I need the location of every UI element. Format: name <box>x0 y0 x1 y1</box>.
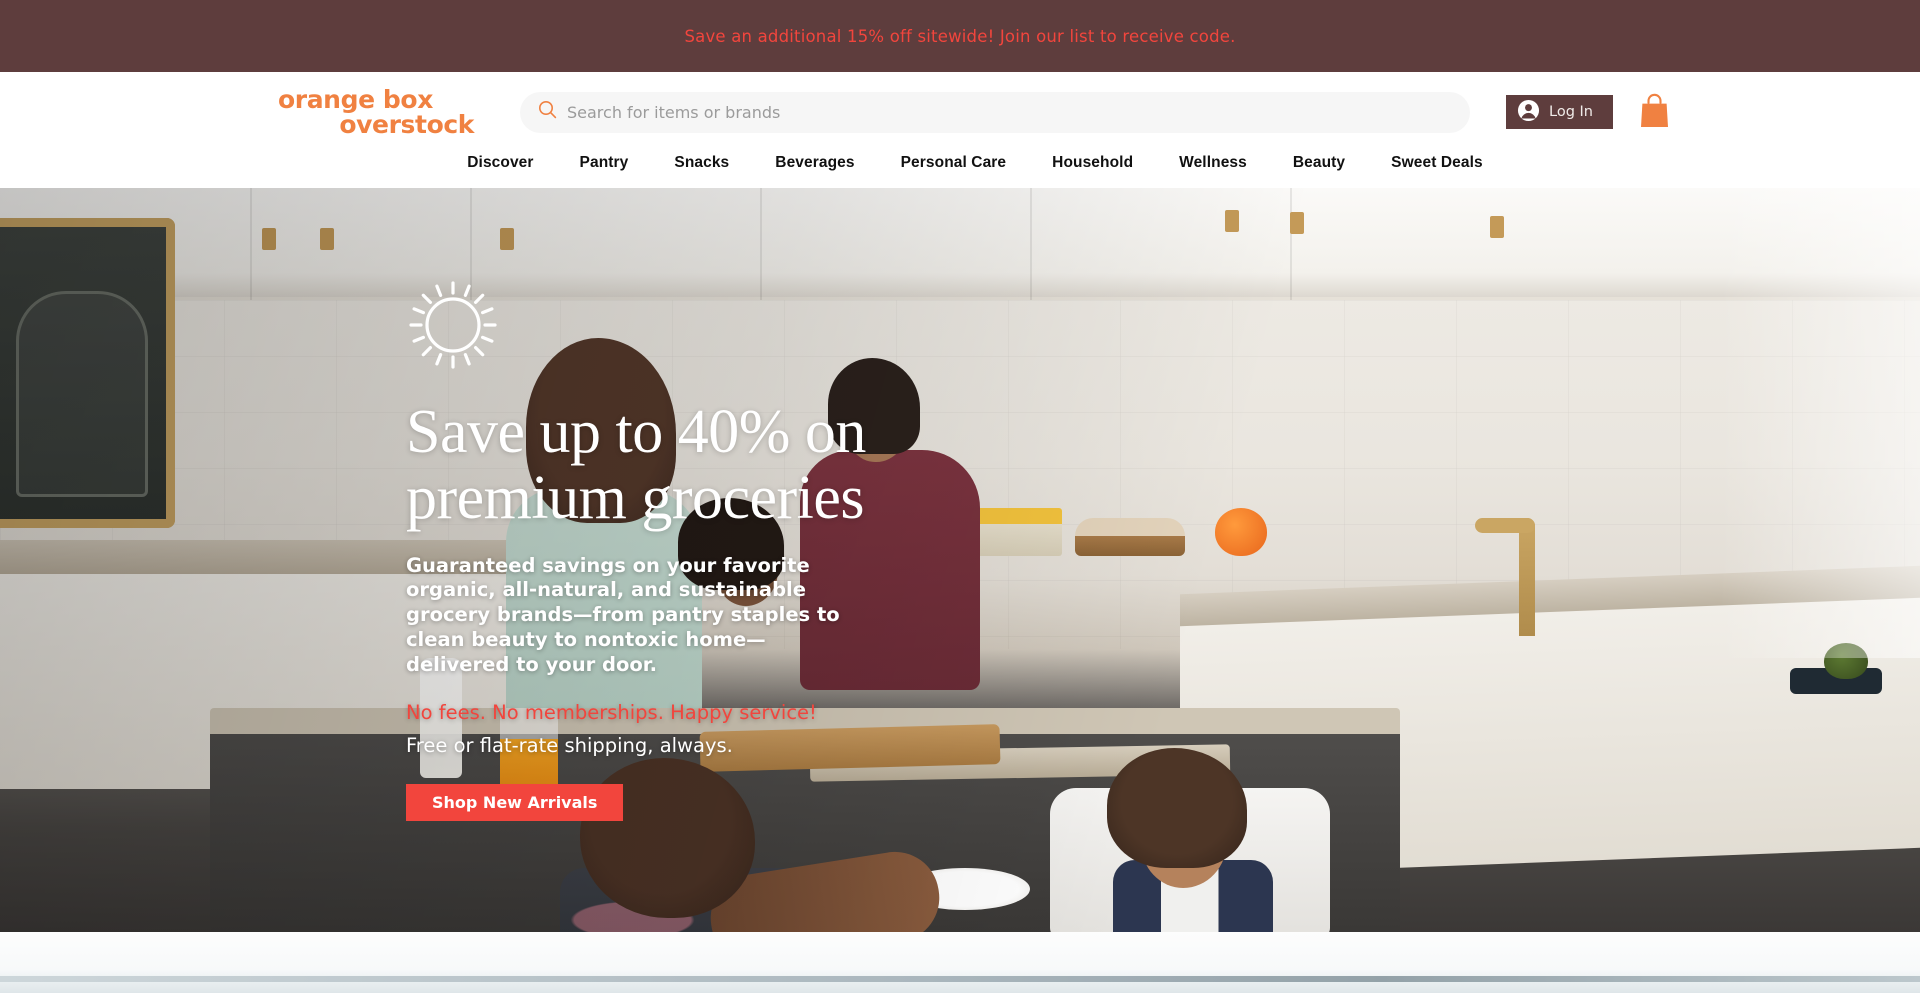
hero-title: Save up to 40% on premium groceries <box>406 398 866 533</box>
nav-item-snacks[interactable]: Snacks <box>651 154 752 172</box>
hero-content: Save up to 40% on premium groceries Guar… <box>406 278 1046 822</box>
nav-item-wellness[interactable]: Wellness <box>1156 154 1270 172</box>
next-section-preview <box>0 932 1920 993</box>
header-top-row: orange box overstock Search for items or… <box>0 72 1920 146</box>
shopping-bag-icon <box>1639 93 1670 131</box>
hero-body-text: Guaranteed savings on your favorite orga… <box>406 553 840 676</box>
logo-line-two: overstock <box>339 110 474 139</box>
nav-item-beauty[interactable]: Beauty <box>1270 154 1368 172</box>
nav-item-pantry[interactable]: Pantry <box>557 154 652 172</box>
announcement-text: Save an additional 15% off sitewide! Joi… <box>684 26 1236 46</box>
announcement-bar[interactable]: Save an additional 15% off sitewide! Joi… <box>0 0 1920 72</box>
nav-item-personal-care[interactable]: Personal Care <box>878 154 1030 172</box>
hero-banner: Save up to 40% on premium groceries Guar… <box>0 188 1920 932</box>
search-icon <box>538 100 557 124</box>
shop-new-arrivals-button[interactable]: Shop New Arrivals <box>406 784 624 822</box>
nav-item-discover[interactable]: Discover <box>444 154 556 172</box>
site-header: orange box overstock Search for items or… <box>0 72 1920 188</box>
counter-edge <box>0 976 1920 982</box>
hero-subtext: Free or flat-rate shipping, always. <box>406 734 733 758</box>
sun-icon <box>406 278 1046 377</box>
search-bar[interactable] <box>520 91 1470 133</box>
search-input[interactable] <box>567 102 1452 122</box>
cart-button[interactable] <box>1639 93 1670 131</box>
header-actions: Log In <box>1506 93 1670 131</box>
login-button-label: Log In <box>1549 104 1593 120</box>
login-button[interactable]: Log In <box>1506 95 1613 129</box>
avatar-icon <box>1517 99 1540 126</box>
nav-item-household[interactable]: Household <box>1029 154 1156 172</box>
site-logo[interactable]: orange box overstock <box>278 84 478 139</box>
main-navigation: Discover Pantry Snacks Beverages Persona… <box>30 146 1920 180</box>
hero-highlight-text: No fees. No memberships. Happy service! <box>406 701 817 725</box>
nav-item-sweet-deals[interactable]: Sweet Deals <box>1368 154 1506 172</box>
logo-line-one: orange box <box>278 84 433 114</box>
nav-item-beverages[interactable]: Beverages <box>752 154 877 172</box>
